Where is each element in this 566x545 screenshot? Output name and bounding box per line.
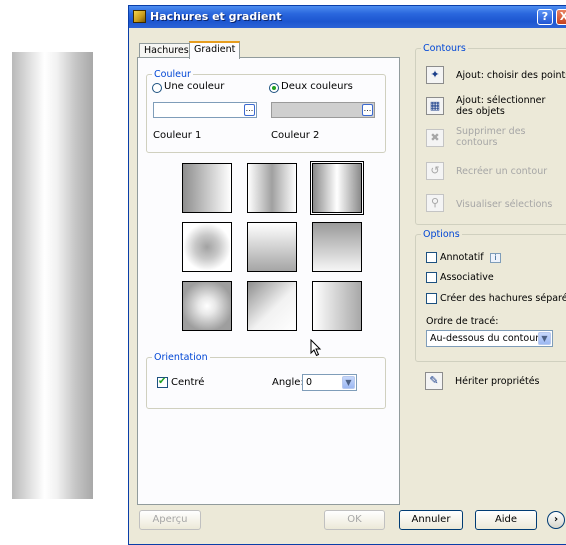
- pick-points-button[interactable]: Ajout: choisir des points: [456, 70, 566, 81]
- gradient-pattern-inverted-hemispherical[interactable]: [247, 281, 297, 331]
- associative-label: Associative: [440, 272, 494, 283]
- gradient-pattern-inverted-curved[interactable]: [312, 281, 362, 331]
- centered-checkbox[interactable]: [157, 376, 168, 388]
- remove-contours-button: Supprimer des contours: [456, 126, 526, 148]
- angle-select[interactable]: 0 ▼: [302, 374, 357, 391]
- hatch-gradient-dialog: Hachures et gradient ? X Hachures Gradie…: [128, 5, 566, 545]
- color1-swatch[interactable]: ...: [153, 102, 257, 118]
- two-colors-label: Deux couleurs: [281, 81, 353, 92]
- centered-label: Centré: [171, 377, 205, 388]
- angle-label: Angle:: [272, 377, 304, 388]
- draw-order-value: Au-dessous du contour: [430, 333, 540, 344]
- view-selection-button: Visualiser sélections: [456, 199, 553, 210]
- contours-group-legend: Contours: [421, 43, 468, 54]
- two-colors-radio[interactable]: [269, 83, 279, 93]
- inherit-properties-icon[interactable]: ✎: [425, 372, 443, 390]
- info-icon[interactable]: i: [490, 253, 501, 263]
- select-objects-button[interactable]: Ajout: sélectionner des objets: [456, 95, 556, 117]
- help-button[interactable]: Aide: [475, 510, 537, 530]
- contours-group: Contours ✦ Ajout: choisir des points ▦ A…: [415, 43, 566, 225]
- recreate-contour-button: Recréer un contour: [456, 166, 548, 177]
- title-bar[interactable]: Hachures et gradient ? X: [129, 6, 566, 28]
- help-title-button[interactable]: ?: [537, 9, 553, 25]
- angle-value: 0: [306, 377, 313, 388]
- draw-order-label: Ordre de tracé:: [426, 316, 499, 327]
- window-title: Hachures et gradient: [150, 10, 282, 23]
- color2-browse-button[interactable]: ...: [362, 104, 373, 116]
- recreate-contour-icon: ↺: [426, 162, 444, 180]
- orientation-group: Orientation Centré Angle: 0 ▼: [146, 352, 386, 409]
- remove-contours-icon: ✖: [426, 129, 444, 147]
- app-icon: [133, 10, 146, 23]
- gradient-tab-panel: Couleur Une couleur Deux couleurs ... ..…: [137, 57, 400, 505]
- color2-label: Couleur 2: [271, 130, 320, 141]
- annotative-checkbox[interactable]: [426, 252, 437, 263]
- options-group-legend: Options: [421, 229, 462, 240]
- one-color-radio[interactable]: [152, 83, 162, 93]
- orientation-group-legend: Orientation: [152, 352, 210, 363]
- gradient-pattern-curved[interactable]: [312, 222, 362, 272]
- draw-order-select[interactable]: Au-dessous du contour ▼: [426, 330, 553, 347]
- inherit-properties-button[interactable]: Hériter propriétés: [455, 376, 540, 387]
- gradient-pattern-hemispherical[interactable]: [247, 222, 297, 272]
- pick-points-icon[interactable]: ✦: [426, 66, 444, 84]
- color1-browse-button[interactable]: ...: [244, 104, 255, 116]
- gradient-pattern-linear[interactable]: [182, 163, 232, 213]
- gradient-pattern-inverted-cylinder[interactable]: [310, 161, 364, 215]
- tab-gradient[interactable]: Gradient: [189, 41, 241, 59]
- associative-checkbox[interactable]: [426, 272, 437, 283]
- preview-button: Aperçu: [139, 510, 201, 530]
- close-title-button[interactable]: X: [556, 9, 566, 25]
- tab-hachures[interactable]: Hachures: [139, 43, 194, 58]
- cancel-button[interactable]: Annuler: [399, 510, 463, 530]
- gradient-pattern-inverted-spherical[interactable]: [182, 281, 232, 331]
- select-objects-icon[interactable]: ▦: [426, 97, 444, 115]
- color-group-legend: Couleur: [152, 69, 193, 80]
- annotative-label: Annotatif: [440, 252, 484, 263]
- draw-order-dropdown-icon[interactable]: ▼: [538, 332, 551, 345]
- gradient-preview-strip: [12, 52, 93, 499]
- angle-dropdown-icon[interactable]: ▼: [342, 376, 355, 389]
- one-color-label: Une couleur: [164, 81, 225, 92]
- gradient-pattern-cylinder[interactable]: [247, 163, 297, 213]
- ok-button: OK: [324, 510, 385, 530]
- gradient-pattern-spherical[interactable]: [182, 222, 232, 272]
- options-group: Options Annotatif i Associative Créer de…: [415, 229, 566, 362]
- color2-swatch[interactable]: ...: [271, 102, 375, 118]
- mouse-cursor-icon: [310, 339, 322, 357]
- more-options-button[interactable]: ›: [547, 511, 565, 529]
- color1-label: Couleur 1: [153, 130, 202, 141]
- color-group: Couleur Une couleur Deux couleurs ... ..…: [146, 69, 386, 153]
- separate-hatches-label: Créer des hachures séparées: [440, 293, 566, 304]
- separate-hatches-checkbox[interactable]: [426, 293, 437, 304]
- view-selection-icon: ⚲: [426, 194, 444, 212]
